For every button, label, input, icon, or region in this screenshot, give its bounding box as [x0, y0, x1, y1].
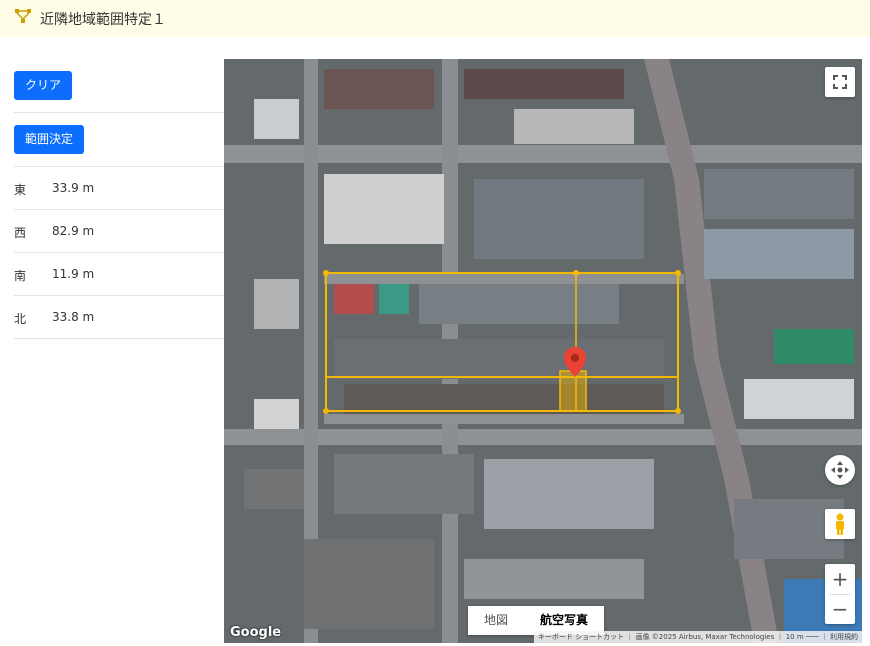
page-header: 近隣地域範囲特定１ [0, 0, 870, 37]
south-value: 11.9 m [52, 267, 95, 281]
street-view-pegman[interactable] [825, 509, 855, 539]
aerial-imagery [224, 59, 862, 643]
google-logo: Google [230, 625, 282, 640]
satellite-map[interactable]: + − 地図 航空写真 Google キーボード ショートカット ｜ 画像 ©2… [224, 59, 862, 643]
east-value: 33.9 m [52, 181, 95, 195]
map-attribution: キーボード ショートカット ｜ 画像 ©2025 Airbus, Maxar T… [533, 631, 862, 643]
north-value: 33.8 m [52, 310, 95, 324]
divider [14, 166, 224, 167]
location-marker-icon[interactable] [564, 347, 586, 377]
divider [14, 209, 224, 210]
fullscreen-button[interactable] [825, 67, 855, 97]
east-label: 東 [14, 183, 27, 197]
map-type-map-button[interactable]: 地図 [468, 606, 524, 635]
divider [14, 338, 224, 339]
move-arrows-icon [831, 461, 849, 479]
camera-control-button[interactable] [825, 455, 855, 485]
divider [14, 252, 224, 253]
network-icon [15, 9, 31, 23]
south-label: 南 [14, 269, 27, 283]
west-label: 西 [14, 226, 27, 240]
decide-range-button[interactable]: 範囲決定 [14, 125, 85, 154]
west-value: 82.9 m [52, 224, 95, 238]
zoom-out-button[interactable]: − [825, 594, 855, 624]
fullscreen-icon [833, 75, 847, 89]
zoom-in-button[interactable]: + [825, 564, 855, 594]
page-title: 近隣地域範囲特定１ [40, 12, 166, 28]
divider [14, 112, 224, 113]
pegman-icon [836, 513, 844, 535]
zoom-controls: + − [825, 564, 855, 624]
clear-button[interactable]: クリア [14, 71, 73, 100]
north-label: 北 [14, 312, 27, 326]
divider [14, 295, 224, 296]
